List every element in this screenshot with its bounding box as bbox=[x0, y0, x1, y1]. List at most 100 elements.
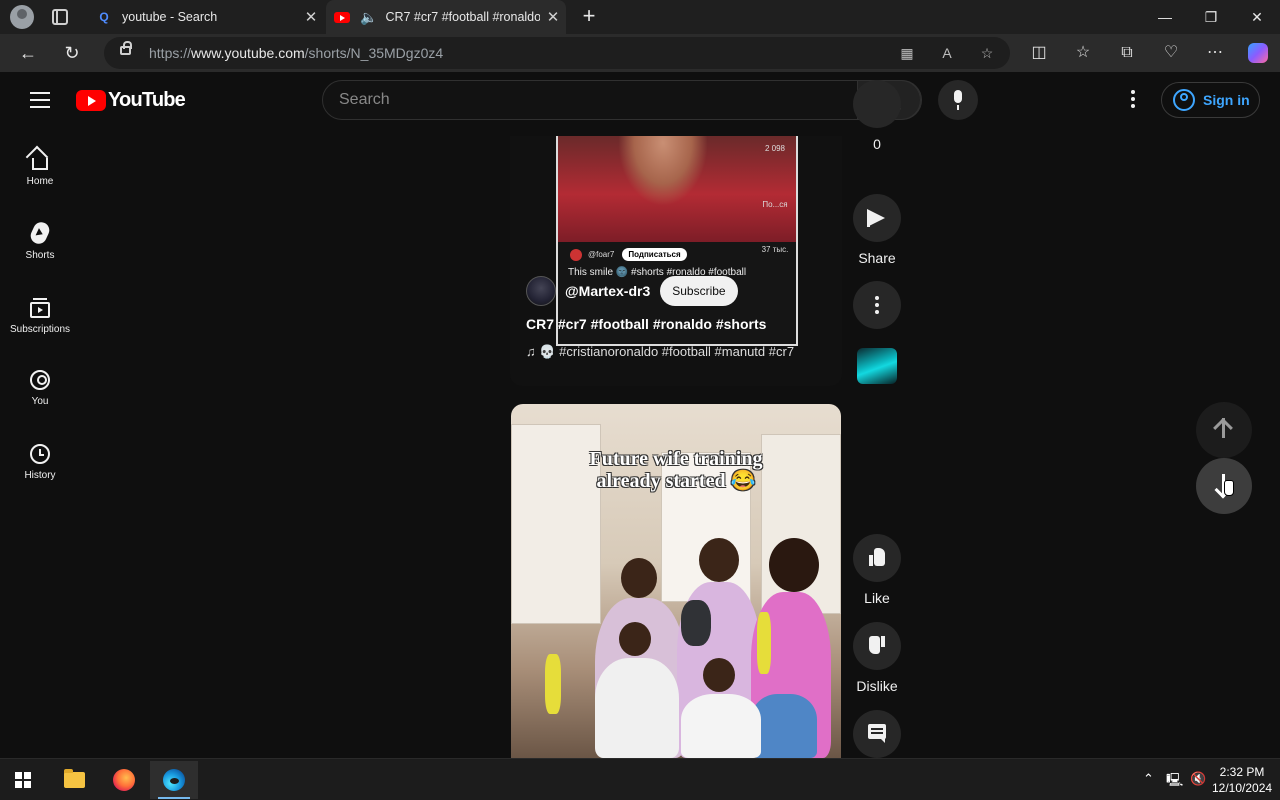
back-button[interactable]: ← bbox=[16, 41, 40, 65]
search-box bbox=[322, 80, 922, 120]
start-button[interactable] bbox=[0, 761, 48, 799]
comment-icon bbox=[868, 724, 886, 743]
settings-menu-icon[interactable] bbox=[1124, 90, 1142, 110]
hand-cursor-icon bbox=[1224, 480, 1234, 496]
account-icon bbox=[1173, 89, 1195, 111]
dislike-action: Dislike bbox=[852, 622, 902, 694]
read-aloud-icon[interactable]: A bbox=[936, 43, 958, 63]
tab-actions-icon[interactable] bbox=[52, 9, 68, 25]
folder-icon bbox=[64, 769, 85, 788]
tab-youtube-search[interactable]: Q youtube - Search ✕ bbox=[88, 0, 324, 34]
taskbar-clock[interactable]: 2:32 PM 12/10/2024 bbox=[1212, 764, 1272, 796]
figure bbox=[757, 612, 771, 674]
firefox-button[interactable] bbox=[100, 761, 148, 799]
app-available-icon[interactable]: ▦ bbox=[896, 43, 918, 63]
refresh-button[interactable]: ↻ bbox=[60, 41, 84, 65]
figure bbox=[681, 600, 711, 646]
favorite-star-icon[interactable]: ☆ bbox=[976, 43, 998, 63]
comments-action bbox=[852, 710, 902, 758]
restore-button[interactable]: ❐ bbox=[1188, 0, 1234, 34]
sidebar-item-home[interactable]: Home bbox=[0, 148, 80, 222]
figure bbox=[545, 654, 561, 714]
like-action: Like bbox=[852, 534, 902, 606]
sidebar-item-subscriptions[interactable]: Subscriptions bbox=[0, 296, 80, 370]
subscribe-button[interactable]: Subscribe bbox=[660, 276, 738, 306]
performance-icon[interactable]: ♡ bbox=[1160, 42, 1182, 64]
sidebar-item-you[interactable]: You bbox=[0, 370, 80, 444]
tab-cr7-short[interactable]: 🔈 CR7 #cr7 #football #ronaldo ✕ bbox=[326, 0, 566, 34]
volume-muted-icon[interactable]: 🔇 bbox=[1190, 771, 1206, 787]
channel-avatar[interactable] bbox=[526, 276, 556, 306]
thumbs-up-icon bbox=[869, 548, 885, 566]
search-icon: Q bbox=[99, 10, 109, 24]
figure bbox=[595, 658, 679, 758]
short-title[interactable]: CR7 #cr7 #football #ronaldo #shorts bbox=[526, 316, 836, 332]
sign-in-button[interactable]: Sign in bbox=[1161, 82, 1260, 118]
close-tab-icon[interactable]: ✕ bbox=[298, 8, 324, 26]
minimize-button[interactable]: — bbox=[1142, 0, 1188, 34]
menu-icon[interactable] bbox=[30, 92, 50, 108]
youtube-play-icon bbox=[76, 90, 106, 111]
lock-icon[interactable] bbox=[120, 41, 132, 55]
split-screen-icon[interactable]: ◫ bbox=[1028, 42, 1050, 64]
new-tab-button[interactable]: + bbox=[578, 5, 600, 27]
edge-button[interactable] bbox=[150, 761, 198, 799]
shorts-icon bbox=[28, 219, 52, 247]
previous-short-button[interactable] bbox=[1196, 402, 1252, 458]
show-hidden-icons[interactable]: ⌃ bbox=[1143, 771, 1154, 787]
favorites-icon[interactable]: ☆ bbox=[1072, 42, 1094, 64]
voice-search-button[interactable] bbox=[938, 80, 978, 120]
more-vert-icon bbox=[875, 296, 879, 317]
embedded-avatar bbox=[570, 248, 582, 261]
youtube-logo[interactable]: YouTube bbox=[76, 89, 186, 112]
embedded-remix-count: 37 тыс. bbox=[761, 245, 789, 254]
channel-handle[interactable]: @Martex-dr3 bbox=[565, 283, 650, 299]
share-action: Share bbox=[852, 194, 902, 266]
collections-icon[interactable]: ⧉ bbox=[1116, 42, 1138, 64]
sidebar-item-history[interactable]: History bbox=[0, 444, 80, 518]
browser-tab-bar: Q youtube - Search ✕ 🔈 CR7 #cr7 #footbal… bbox=[0, 0, 1280, 34]
next-short-button[interactable] bbox=[1196, 458, 1252, 514]
copilot-icon[interactable] bbox=[1248, 43, 1268, 63]
share-button[interactable] bbox=[853, 194, 901, 242]
taskbar: ⌃ 🖳 🔇 2:32 PM 12/10/2024 bbox=[0, 758, 1280, 800]
dislike-button[interactable] bbox=[853, 80, 901, 128]
close-tab-icon[interactable]: ✕ bbox=[540, 8, 566, 26]
figure-head bbox=[619, 622, 651, 656]
file-explorer-button[interactable] bbox=[50, 761, 98, 799]
more-actions bbox=[852, 281, 902, 329]
you-icon bbox=[30, 370, 50, 390]
embedded-share-label: По...ся bbox=[762, 200, 788, 209]
speaker-icon[interactable]: 🔈 bbox=[360, 9, 377, 26]
short-video-current[interactable]: 2 098 По...ся 37 тыс. @foar7 Подписаться… bbox=[510, 136, 842, 386]
figure bbox=[681, 694, 761, 758]
more-actions-button[interactable] bbox=[853, 281, 901, 329]
sidebar-item-shorts[interactable]: Shorts bbox=[0, 219, 80, 296]
search-input[interactable] bbox=[323, 81, 859, 119]
embedded-comment-count: 2 098 bbox=[764, 144, 786, 153]
firefox-icon bbox=[113, 769, 135, 791]
close-window-button[interactable]: ✕ bbox=[1234, 0, 1280, 34]
figure-head bbox=[699, 538, 739, 582]
address-bar[interactable]: https://www.youtube.com/shorts/N_35MDgz0… bbox=[104, 37, 1010, 69]
history-icon bbox=[30, 444, 50, 464]
share-icon bbox=[867, 209, 885, 227]
short-info: @Martex-dr3 Subscribe CR7 #cr7 #football… bbox=[526, 276, 836, 360]
like-button[interactable] bbox=[853, 534, 901, 582]
comments-button[interactable] bbox=[853, 710, 901, 758]
thumbs-down-icon bbox=[869, 636, 885, 654]
dislike-button[interactable] bbox=[853, 622, 901, 670]
windows-icon bbox=[15, 772, 31, 788]
figure-head bbox=[621, 558, 657, 598]
more-options-icon[interactable]: ⋯ bbox=[1204, 42, 1226, 64]
profile-icon[interactable] bbox=[10, 5, 34, 29]
tab-title: youtube - Search bbox=[122, 10, 218, 24]
network-icon[interactable]: 🖳 bbox=[1166, 771, 1183, 793]
audio-track[interactable]: ♫ 💀 #cristianoronaldo #football #manutd … bbox=[526, 344, 836, 360]
youtube-icon bbox=[334, 9, 350, 25]
figure-head bbox=[703, 658, 735, 692]
subscriptions-icon bbox=[30, 298, 50, 318]
url-text[interactable]: https://www.youtube.com/shorts/N_35MDgz0… bbox=[149, 45, 443, 61]
short-video-next[interactable]: Future wife training already started 😂 bbox=[511, 404, 841, 758]
audio-thumbnail[interactable] bbox=[857, 348, 897, 384]
